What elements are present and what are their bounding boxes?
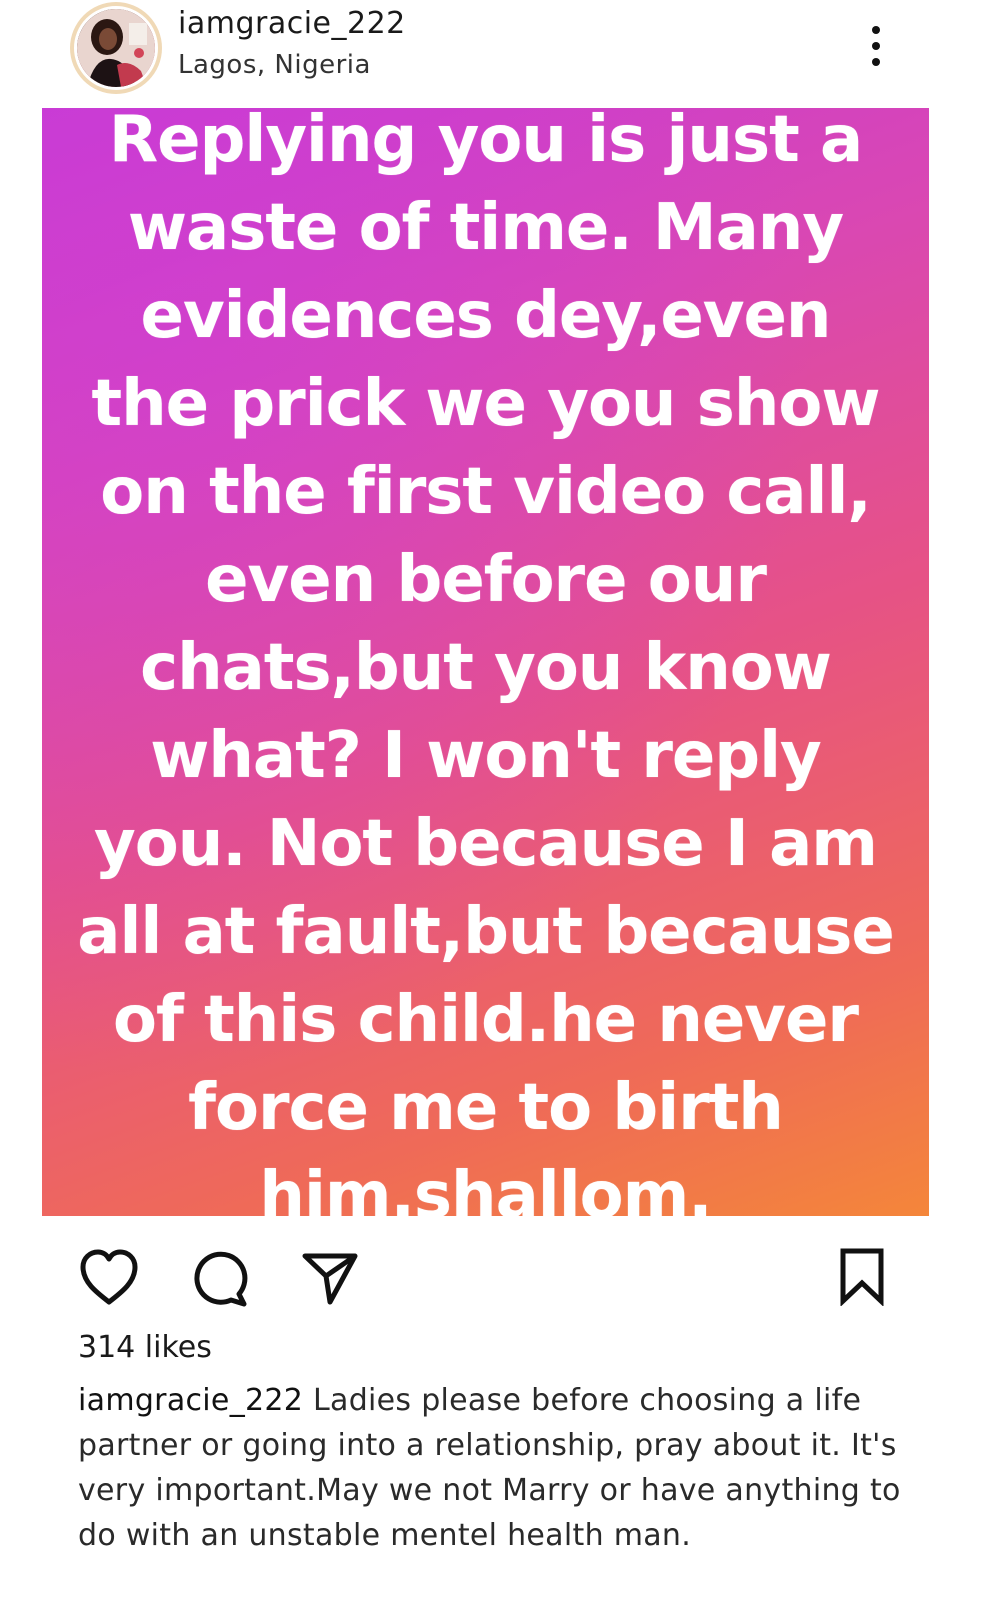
image-text-line: waste of time. Many [127,191,844,265]
image-text-line: the prick we you show [91,367,880,441]
post-username[interactable]: iamgracie_222 [178,6,406,41]
image-text-line: you. Not because I am [94,807,878,881]
heart-icon[interactable] [78,1248,140,1306]
image-text-line: all at fault,but because [77,895,895,969]
image-text-line: on the first video call, [100,455,871,529]
ellipsis-dot [872,42,880,50]
post-header: iamgracie_222 Lagos, Nigeria [0,0,991,108]
post-image-text: Replying you is just a waste of time. Ma… [42,108,929,1216]
image-text-line: him.shallom. [259,1159,712,1216]
post-caption: iamgracie_222 Ladies please before choos… [78,1378,918,1558]
comment-bubble-icon[interactable] [190,1248,252,1308]
image-text-line: evidences dey,even [140,279,832,353]
post-location[interactable]: Lagos, Nigeria [178,50,371,80]
vertical-ellipsis-icon [872,26,880,34]
paper-plane-icon[interactable] [300,1250,360,1306]
image-text-line: Replying you is just a [108,108,863,177]
caption-username[interactable]: iamgracie_222 [78,1383,303,1418]
image-text-line: of this child.he never [113,983,859,1057]
image-text-line: chats,but you know [140,631,832,705]
ellipsis-dot [872,58,880,66]
post-action-bar [0,1216,991,1316]
image-text-line: even before our [205,543,767,617]
post-image[interactable]: Replying you is just a waste of time. Ma… [42,108,929,1216]
profile-photo [74,6,158,90]
avatar[interactable] [70,2,162,94]
image-text-line: force me to birth [188,1071,784,1145]
image-text-line: what? I won't reply [150,719,822,793]
likes-count[interactable]: 314 likes [78,1330,212,1365]
bookmark-icon[interactable] [838,1246,886,1306]
more-options-button[interactable] [858,22,894,70]
